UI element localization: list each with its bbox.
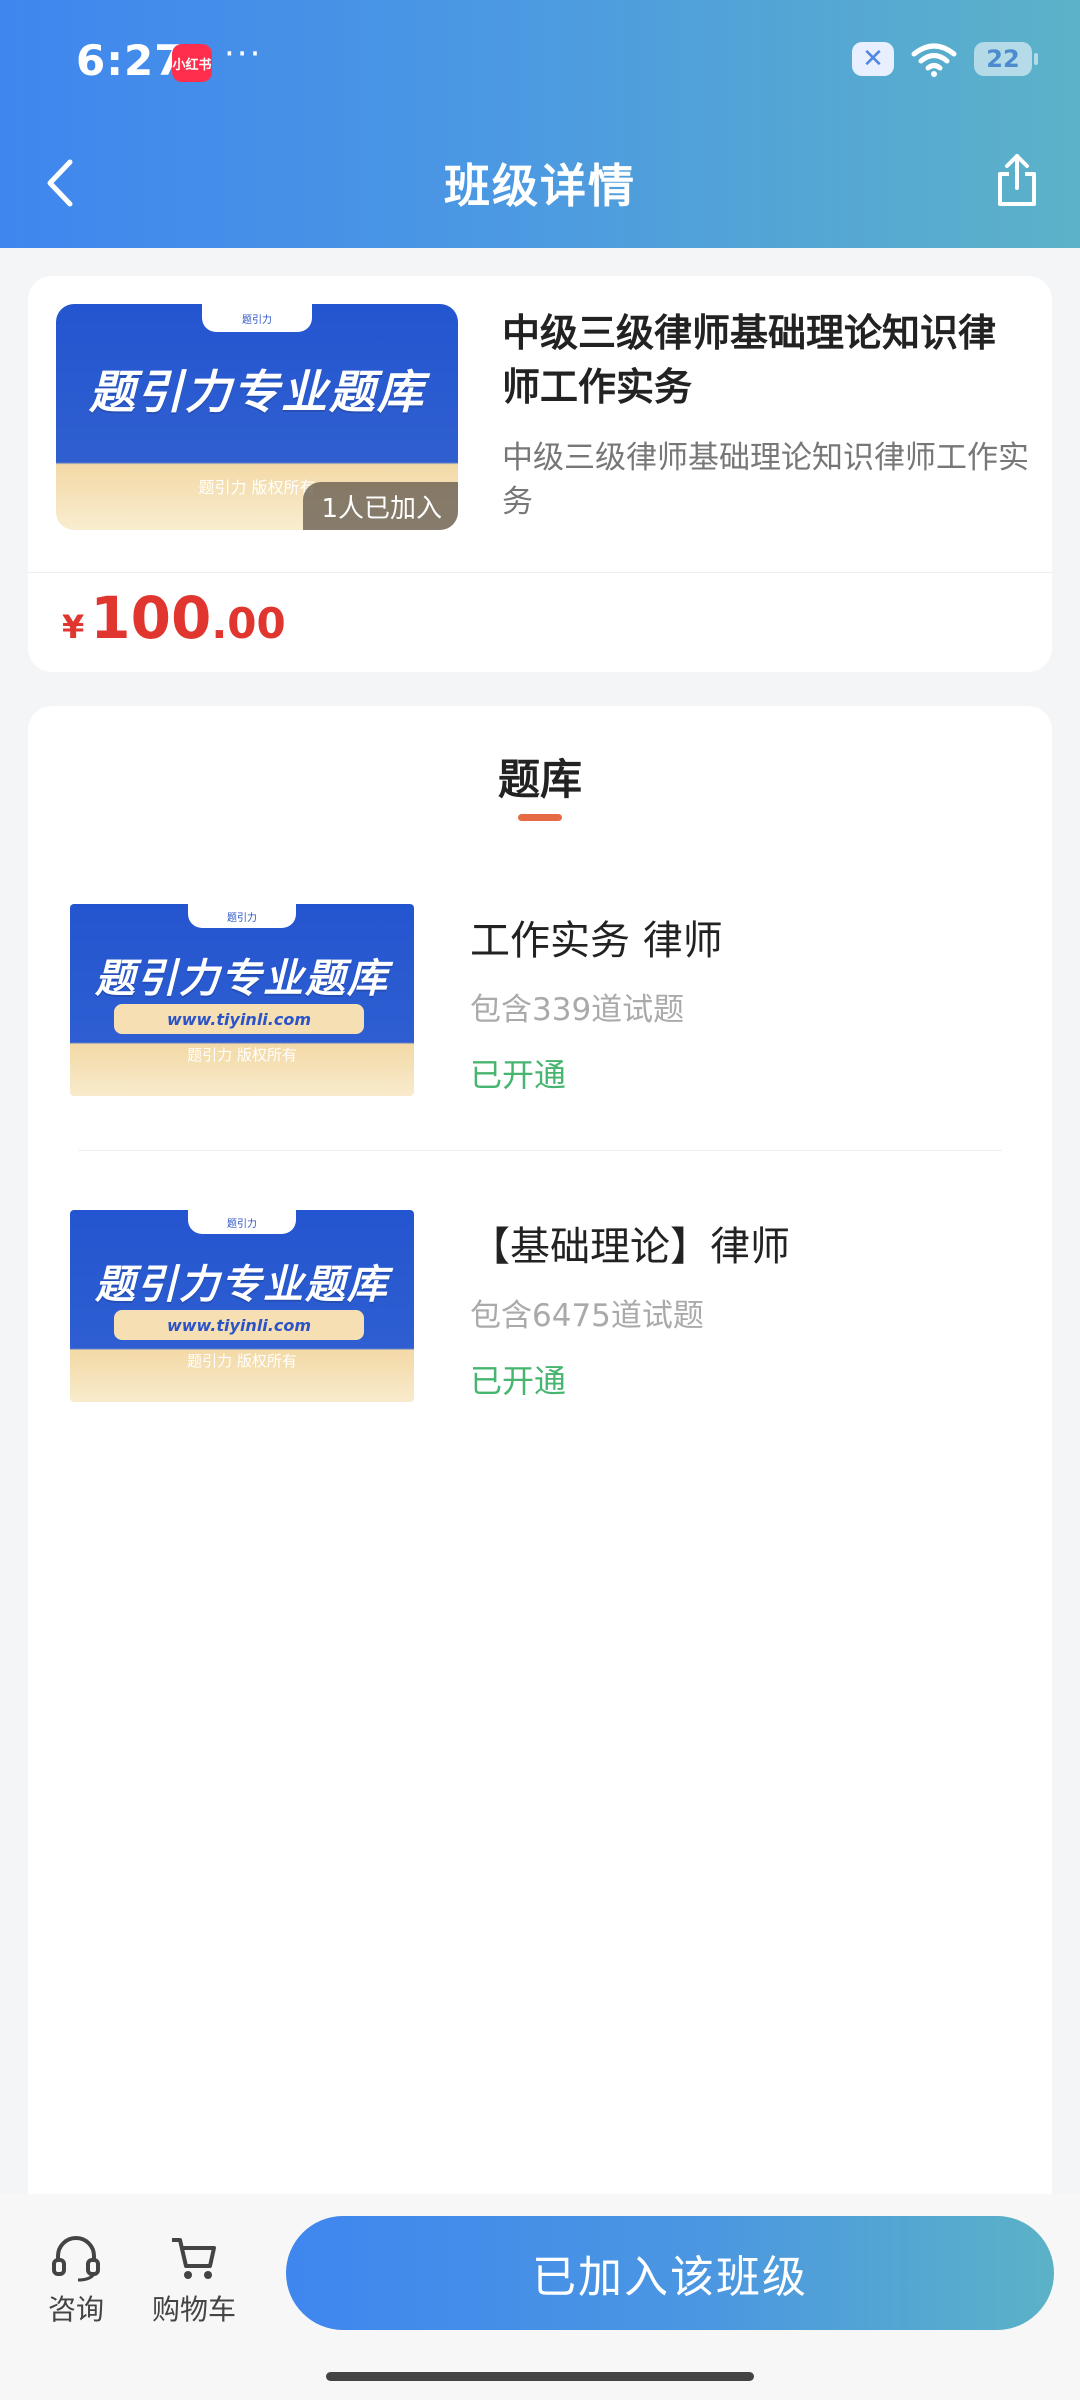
item-divider xyxy=(78,1150,1002,1151)
question-bank-card: 题库 题引力 题引力专业题库 www.tiyinli.com 题引力 版权所有 … xyxy=(28,706,1052,2226)
share-icon[interactable] xyxy=(992,152,1042,208)
bank-item-name: 【基础理论】律师 xyxy=(470,1224,790,1270)
cover-copyright: 题引力 版权所有 xyxy=(187,1046,297,1064)
bank-item-count: 包含339道试题 xyxy=(470,992,685,1028)
cover-brand-tab: 题引力 xyxy=(202,304,312,332)
cover-title: 题引力专业题库 xyxy=(89,365,425,419)
bank-item-count: 包含6475道试题 xyxy=(470,1298,704,1334)
bottom-action-bar: 咨询 购物车 已加入该班级 xyxy=(0,2194,1080,2400)
page-title: 班级详情 xyxy=(444,159,636,213)
bank-item-cover: 题引力 题引力专业题库 www.tiyinli.com 题引力 版权所有 xyxy=(70,904,414,1096)
bank-item-status: 已开通 xyxy=(470,1362,567,1400)
battery-icon: 22 xyxy=(974,42,1038,76)
cover-title: 题引力专业题库 xyxy=(95,1262,389,1308)
status-right-group: ✕ 22 xyxy=(852,40,1038,78)
cover-brand-tab: 题引力 xyxy=(188,1210,296,1234)
bank-item-cover: 题引力 题引力专业题库 www.tiyinli.com 题引力 版权所有 xyxy=(70,1210,414,1402)
status-more-dots: ··· xyxy=(224,34,263,74)
bank-item-name: 工作实务 律师 xyxy=(470,918,723,964)
class-price: ¥ 100 .00 xyxy=(62,584,286,652)
bank-item[interactable]: 题引力 题引力专业题库 www.tiyinli.com 题引力 版权所有 工作实… xyxy=(70,904,1016,1100)
home-indicator[interactable] xyxy=(326,2372,754,2381)
consult-label: 咨询 xyxy=(47,2293,104,2326)
bank-item-status: 已开通 xyxy=(470,1056,567,1094)
shopping-cart-icon xyxy=(172,2238,216,2279)
joined-count-badge: 1人已加入 xyxy=(303,482,458,530)
class-description: 中级三级律师基础理论知识律师工作实务 xyxy=(502,440,1029,520)
price-decimal: .00 xyxy=(211,599,286,648)
class-title: 中级三级律师基础理论知识律师工作实务 xyxy=(502,311,997,409)
section-underline xyxy=(518,814,562,821)
joined-class-button[interactable]: 已加入该班级 xyxy=(286,2216,1054,2330)
top-bar: 6:27 小红书 ··· ✕ 22 班级详情 xyxy=(0,0,1080,248)
cover-brand-tab: 题引力 xyxy=(188,904,296,928)
cover-url: www.tiyinli.com xyxy=(114,1004,364,1034)
divider xyxy=(28,572,1052,573)
class-cover-image: 题引力 题引力专业题库 题引力 版权所有 1人已加入 xyxy=(56,304,458,530)
price-integer: 100 xyxy=(90,584,212,652)
class-info-card: 题引力 题引力专业题库 题引力 版权所有 1人已加入 中级三级律师基础理论知识律… xyxy=(28,276,1052,672)
class-detail-page: 6:27 小红书 ··· ✕ 22 班级详情 题引力 题引力专业题库 题引力 版… xyxy=(0,0,1080,2400)
cart-button[interactable]: 购物车 xyxy=(134,2234,254,2328)
price-currency: ¥ xyxy=(62,608,85,646)
bank-item[interactable]: 题引力 题引力专业题库 www.tiyinli.com 题引力 版权所有 【基础… xyxy=(70,1210,1016,1406)
cover-title: 题引力专业题库 xyxy=(95,956,389,1002)
cover-copyright: 题引力 版权所有 xyxy=(187,1352,297,1370)
wifi-icon xyxy=(911,43,957,77)
consult-button[interactable]: 咨询 xyxy=(16,2234,136,2328)
headset-icon xyxy=(52,2236,100,2282)
cover-url: www.tiyinli.com xyxy=(114,1310,364,1340)
app-badge-icon: 小红书 xyxy=(172,44,212,82)
cart-label: 购物车 xyxy=(151,2293,236,2326)
no-sim-icon: ✕ xyxy=(852,42,894,76)
section-title: 题库 xyxy=(497,755,582,804)
status-time: 6:27 xyxy=(76,36,185,85)
